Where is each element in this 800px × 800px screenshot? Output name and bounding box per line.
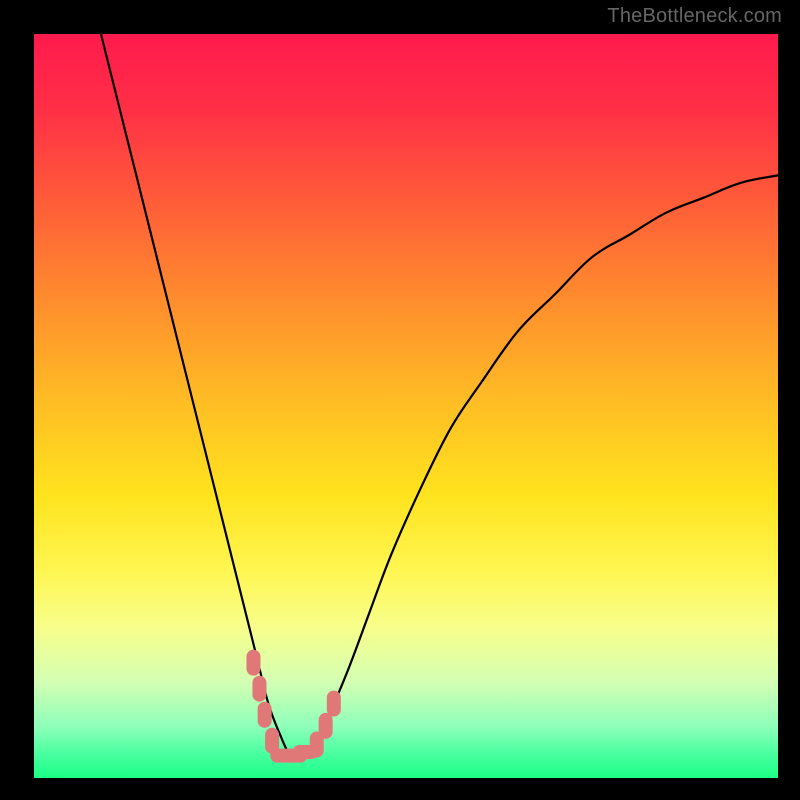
- chart-frame: TheBottleneck.com: [0, 0, 800, 800]
- plot-area: [34, 34, 778, 778]
- watermark-text: TheBottleneck.com: [607, 5, 782, 28]
- highlight-marker: [252, 676, 266, 702]
- chart-svg: [34, 34, 778, 778]
- gradient-background: [34, 34, 778, 778]
- highlight-marker: [327, 691, 341, 717]
- highlight-marker: [258, 702, 272, 728]
- highlight-marker: [246, 650, 260, 676]
- highlight-marker: [319, 713, 333, 739]
